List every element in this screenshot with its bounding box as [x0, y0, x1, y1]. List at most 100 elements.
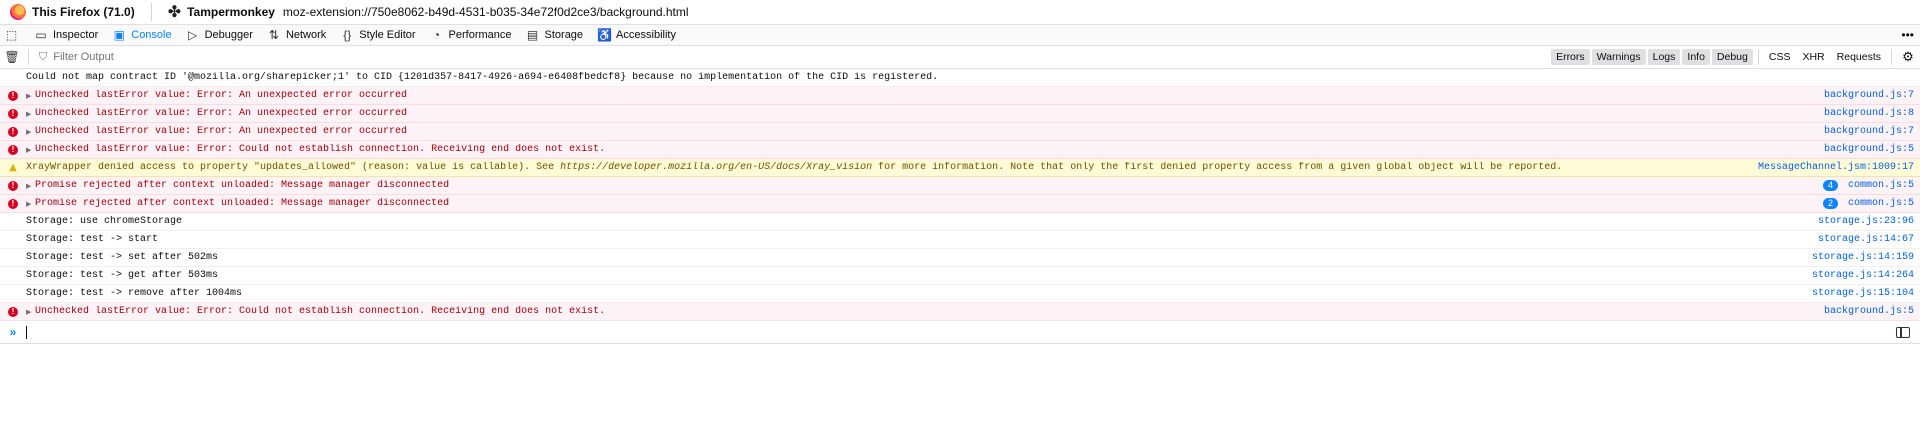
source-location-link[interactable]: background.js:7: [1824, 126, 1914, 137]
source-location-link[interactable]: storage.js:14:264: [1812, 270, 1914, 281]
filter-debug-button[interactable]: Debug: [1711, 49, 1753, 65]
filter-divider-2: [1757, 49, 1759, 65]
expand-arrow-icon[interactable]: ▶: [26, 200, 35, 208]
tab-accessibility[interactable]: ♿ Accessibility: [591, 25, 684, 45]
expand-arrow-icon[interactable]: ▶: [26, 128, 35, 136]
source-location-link[interactable]: background.js:5: [1824, 144, 1914, 155]
element-picker-button[interactable]: ⬚: [0, 25, 28, 45]
error-message[interactable]: ! ▶ Promise rejected after context unloade…: [0, 195, 1920, 213]
message-meta: background.js:5: [1824, 141, 1914, 158]
source-location-link[interactable]: storage.js:14:67: [1818, 234, 1914, 245]
firefox-logo-icon: [10, 4, 26, 20]
firefox-target[interactable]: This Firefox (71.0): [0, 0, 145, 24]
tab-network[interactable]: ⇅ Network: [261, 25, 334, 45]
filter-icon: ⛉: [39, 50, 48, 63]
expand-arrow-icon[interactable]: ▶: [26, 146, 35, 154]
warn-message[interactable]: ▲ XrayWrapper denied access to property "…: [0, 159, 1920, 177]
message-text: Storage: test -> start: [26, 234, 159, 245]
filter-warnings-button[interactable]: Warnings: [1591, 49, 1646, 65]
log-message[interactable]: Storage: test -> get after 503ms storage.…: [0, 267, 1920, 285]
tab-label: Console: [131, 29, 172, 41]
message-meta: storage.js:14:264: [1812, 267, 1914, 284]
message-text-part: for more information. Note that only the…: [872, 162, 1563, 173]
more-options-icon: •••: [1901, 28, 1914, 42]
message-meta: storage.js:15:104: [1812, 285, 1914, 302]
message-text: Promise rejected after context unloaded:…: [35, 180, 450, 191]
text-cursor: [26, 325, 27, 339]
tab-performance[interactable]: ◔ Performance: [424, 25, 520, 45]
source-location-link[interactable]: common.js:5: [1848, 180, 1914, 191]
error-glyph: !: [8, 90, 18, 101]
filter-info-button[interactable]: Info: [1682, 49, 1710, 65]
expand-arrow-icon[interactable]: ▶: [26, 110, 35, 118]
log-message[interactable]: Could not map contract ID '@mozilla.org/…: [0, 69, 1920, 87]
message-text: Promise rejected after context unloaded:…: [35, 198, 450, 209]
prompt-chevron-icon: »: [9, 325, 17, 339]
log-message[interactable]: Storage: test -> remove after 1004ms stor…: [0, 285, 1920, 303]
source-location-link[interactable]: background.js:8: [1824, 108, 1914, 119]
tab-style-editor[interactable]: {} Style Editor: [334, 25, 423, 45]
devtools-tabs: ▭ Inspector ▣ Console ▷ Debugger ⇅ Network {} Sty…: [28, 25, 684, 45]
message-meta: background.js:7: [1824, 87, 1914, 104]
error-glyph: !: [8, 144, 18, 155]
more-options-button[interactable]: •••: [1895, 28, 1920, 42]
error-message[interactable]: ! ▶ Unchecked lastError value: Error: An u…: [0, 87, 1920, 105]
gear-icon: ⚙: [1902, 49, 1914, 64]
tab-label: Inspector: [53, 29, 99, 41]
filter-xhr-button[interactable]: XHR: [1797, 49, 1829, 65]
error-icon: !: [0, 90, 26, 101]
clear-console-button[interactable]: 🗑: [0, 50, 24, 64]
filter-errors-button[interactable]: Errors: [1551, 49, 1590, 65]
tab-console[interactable]: ▣ Console: [106, 25, 179, 45]
filter-requests-button[interactable]: Requests: [1832, 49, 1886, 65]
message-text: Storage: test -> remove after 1004ms: [26, 288, 243, 299]
source-location-link[interactable]: storage.js:23:96: [1818, 216, 1914, 227]
extension-target[interactable]: ✤ Tampermonkey moz-extension://750e8062-…: [158, 0, 699, 24]
error-message[interactable]: ! ▶ Unchecked lastError value: Error: An u…: [0, 105, 1920, 123]
tab-debugger[interactable]: ▷ Debugger: [180, 25, 261, 45]
console-input[interactable]: »: [0, 321, 1920, 344]
expand-arrow-icon[interactable]: ▶: [26, 182, 35, 190]
mdn-link[interactable]: https://developer.mozilla.org/en-US/docs…: [560, 162, 872, 173]
source-location-link[interactable]: MessageChannel.jsm:1009:17: [1758, 162, 1914, 173]
source-location-link[interactable]: common.js:5: [1848, 198, 1914, 209]
expand-arrow-icon[interactable]: ▶: [26, 92, 35, 100]
filter-output-input[interactable]: [51, 50, 376, 64]
message-text: Unchecked lastError value: Error: Could …: [35, 144, 606, 155]
error-message[interactable]: ! ▶ Unchecked lastError value: Error: An u…: [0, 123, 1920, 141]
error-message[interactable]: ! ▶ Unchecked lastError value: Error: Coul…: [0, 141, 1920, 159]
log-message[interactable]: Storage: use chromeStorage storage.js:23:…: [0, 213, 1920, 231]
message-text: Could not map contract ID '@mozilla.org/…: [26, 72, 939, 83]
error-glyph: !: [8, 126, 18, 137]
error-icon: !: [0, 108, 26, 119]
filter-css-button[interactable]: CSS: [1764, 49, 1796, 65]
warning-glyph: ▲: [9, 162, 17, 173]
error-message[interactable]: ! ▶ Unchecked lastError value: Error: Coul…: [0, 303, 1920, 321]
message-meta: background.js:5: [1824, 303, 1914, 320]
message-text: Unchecked lastError value: Error: An une…: [35, 90, 408, 101]
editor-mode-toggle-icon[interactable]: [1896, 326, 1910, 338]
tab-storage[interactable]: ▤ Storage: [520, 25, 592, 45]
warning-icon: ▲: [0, 162, 26, 173]
tab-inspector[interactable]: ▭ Inspector: [28, 25, 106, 45]
titlebar: This Firefox (71.0) ✤ Tampermonkey moz-e…: [0, 0, 1920, 25]
source-location-link[interactable]: background.js:7: [1824, 90, 1914, 101]
message-text: Unchecked lastError value: Error: An une…: [35, 108, 408, 119]
log-message[interactable]: Storage: test -> set after 502ms storage.…: [0, 249, 1920, 267]
error-message[interactable]: ! ▶ Promise rejected after context unloade…: [0, 177, 1920, 195]
message-text: Storage: use chromeStorage: [26, 216, 183, 227]
tab-label: Storage: [544, 29, 584, 41]
source-location-link[interactable]: storage.js:14:159: [1812, 252, 1914, 263]
log-message[interactable]: Storage: test -> start storage.js:14:67: [0, 231, 1920, 249]
expand-arrow-icon[interactable]: ▶: [26, 308, 35, 316]
filter-logs-button[interactable]: Logs: [1647, 49, 1681, 65]
source-location-link[interactable]: storage.js:15:104: [1812, 288, 1914, 299]
performance-icon: ◔: [432, 28, 441, 42]
message-text-part: XrayWrapper denied access to property "u…: [26, 162, 561, 173]
filter-box: ⛉: [33, 48, 413, 66]
request-type-filters: CSS XHR Requests: [1763, 49, 1887, 65]
source-location-link[interactable]: background.js:5: [1824, 306, 1914, 317]
console-settings-button[interactable]: ⚙: [1896, 49, 1920, 65]
filter-divider: [28, 49, 29, 65]
message-meta: storage.js:23:96: [1818, 213, 1914, 230]
